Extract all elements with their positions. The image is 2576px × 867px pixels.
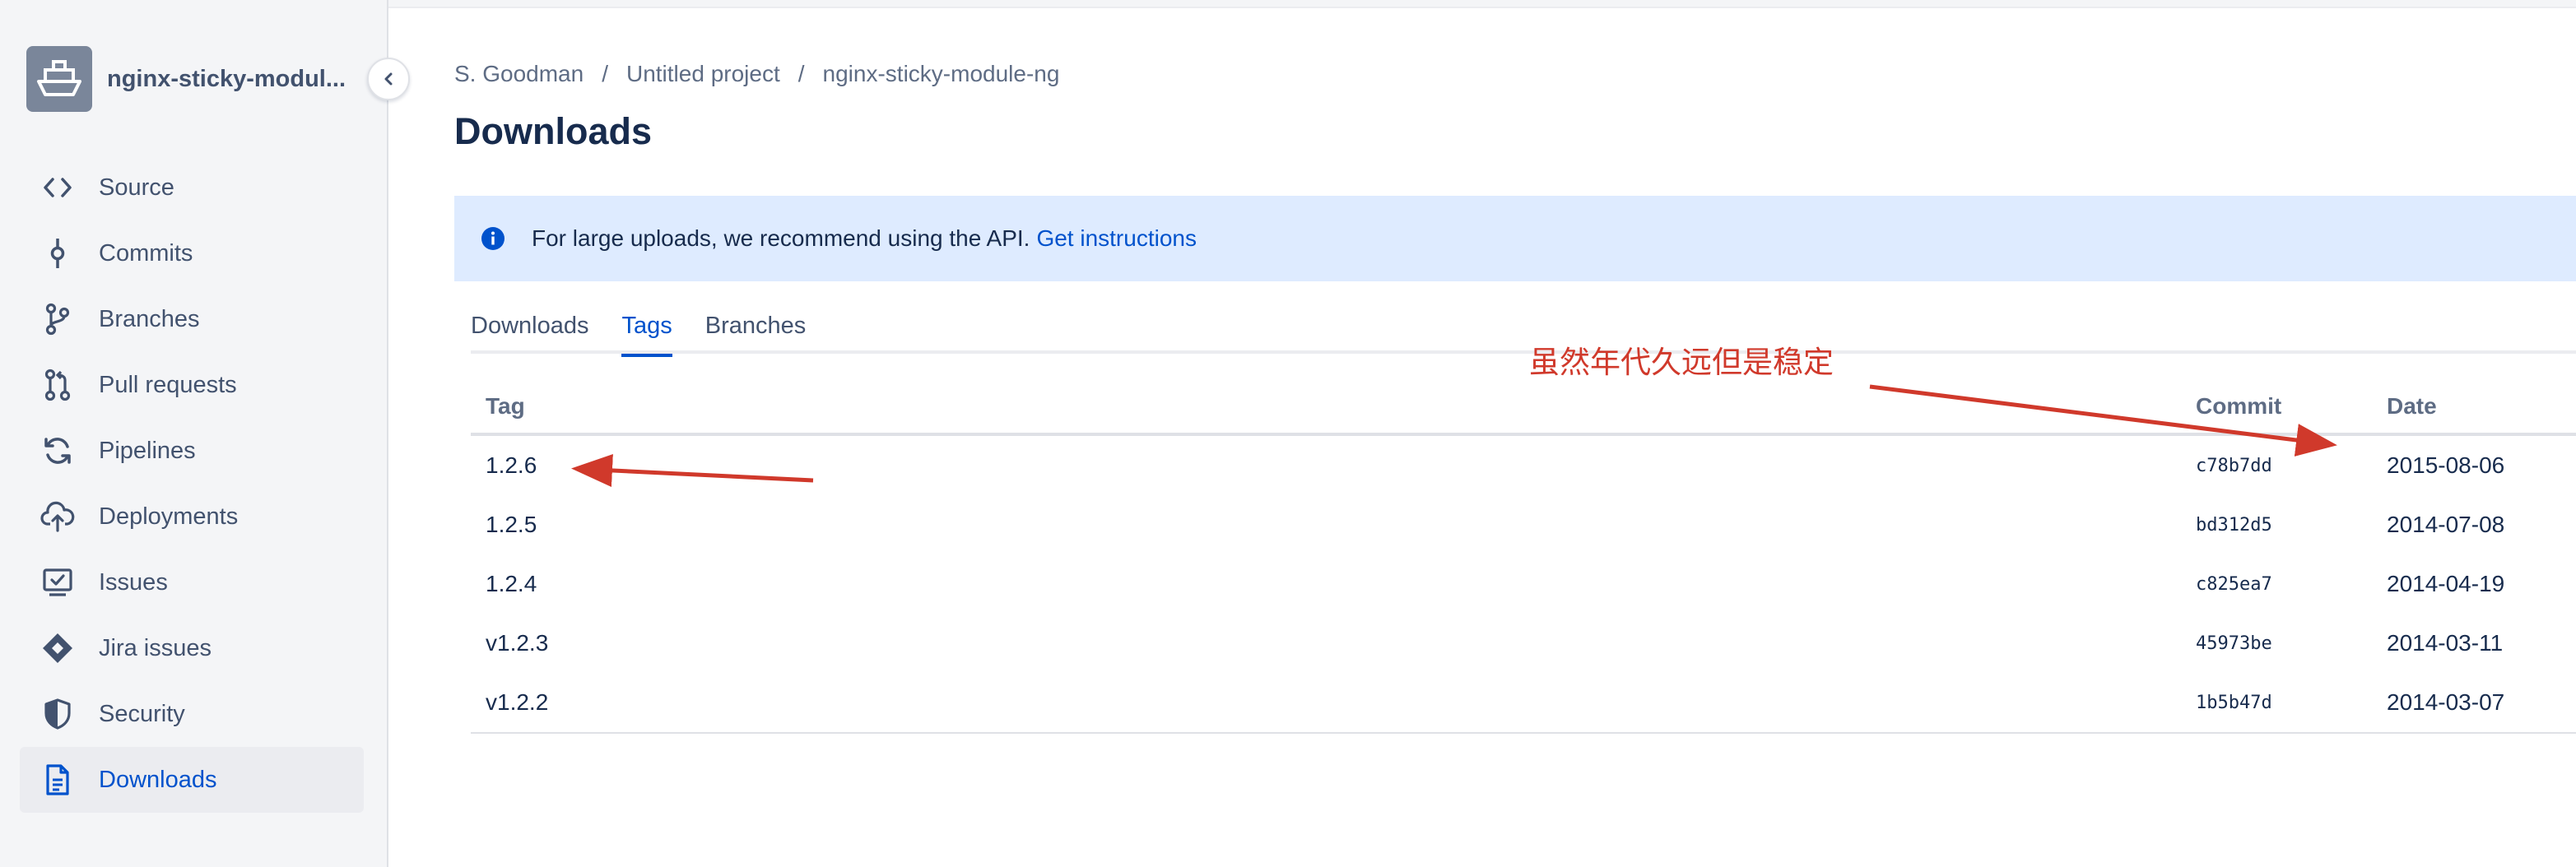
- get-instructions-link[interactable]: Get instructions: [1036, 225, 1197, 252]
- boat-icon: [35, 58, 83, 100]
- repo-name[interactable]: nginx-sticky-modul...: [107, 66, 354, 93]
- sidebar-item-label: Issues: [99, 569, 168, 596]
- jira-icon: [40, 630, 76, 666]
- date-cell: 2014-03-11: [2387, 630, 2576, 656]
- tag-cell[interactable]: v1.2.2: [471, 689, 2196, 716]
- breadcrumb-user[interactable]: S. Goodman: [454, 61, 584, 87]
- tags-table: Tag Commit Date 1.2.6 c78b7dd 2015-08-06…: [471, 380, 2576, 734]
- pipelines-icon: [40, 433, 76, 469]
- commit-cell[interactable]: 45973be: [2196, 633, 2387, 654]
- table-row: 1.2.5 bd312d5 2014-07-08: [471, 495, 2576, 554]
- date-cell: 2014-07-08: [2387, 512, 2576, 538]
- sidebar-item-label: Commits: [99, 240, 193, 267]
- breadcrumb-repo[interactable]: nginx-sticky-module-ng: [823, 61, 1060, 87]
- info-banner: For large uploads, we recommend using th…: [454, 196, 2576, 281]
- breadcrumb: S. Goodman / Untitled project / nginx-st…: [454, 61, 1059, 87]
- breadcrumb-separator: /: [602, 61, 608, 87]
- annotation-text: 虽然年代久远但是稳定: [1529, 337, 1834, 382]
- sidebar-item-jira-issues[interactable]: Jira issues: [20, 615, 364, 681]
- sidebar-item-issues[interactable]: Issues: [20, 549, 364, 615]
- table-header: Tag Commit Date: [471, 380, 2576, 436]
- sidebar-item-pipelines[interactable]: Pipelines: [20, 418, 364, 484]
- shield-icon: [40, 696, 76, 732]
- sidebar-item-commits[interactable]: Commits: [20, 220, 364, 286]
- tag-cell[interactable]: 1.2.5: [471, 512, 2196, 538]
- issues-icon: [40, 564, 76, 600]
- tag-cell[interactable]: 1.2.4: [471, 571, 2196, 597]
- sidebar-item-label: Source: [99, 174, 174, 202]
- sidebar-item-label: Downloads: [99, 767, 216, 794]
- header-tag[interactable]: Tag: [471, 393, 2196, 420]
- commit-cell[interactable]: bd312d5: [2196, 515, 2387, 536]
- header-commit[interactable]: Commit: [2196, 393, 2387, 420]
- tag-cell[interactable]: 1.2.6: [471, 452, 2196, 479]
- tab-tags[interactable]: Tags: [621, 313, 672, 354]
- table-row: 1.2.6 c78b7dd 2015-08-06: [471, 436, 2576, 495]
- sidebar-item-branches[interactable]: Branches: [20, 286, 364, 352]
- tabs: Downloads Tags Branches: [471, 313, 2576, 354]
- table-row: v1.2.3 45973be 2014-03-11: [471, 614, 2576, 673]
- main-content: S. Goodman / Untitled project / nginx-st…: [454, 0, 2576, 867]
- commit-cell[interactable]: c825ea7: [2196, 574, 2387, 595]
- breadcrumb-project[interactable]: Untitled project: [626, 61, 780, 87]
- breadcrumb-separator: /: [798, 61, 805, 87]
- page-title: Downloads: [454, 110, 652, 153]
- date-cell: 2014-03-07: [2387, 689, 2576, 716]
- commit-cell[interactable]: 1b5b47d: [2196, 693, 2387, 713]
- commit-cell[interactable]: c78b7dd: [2196, 456, 2387, 476]
- sidebar-item-source[interactable]: Source: [20, 155, 364, 220]
- chevron-left-icon: [380, 71, 397, 87]
- date-cell: 2015-08-06: [2387, 452, 2576, 479]
- sidebar-item-security[interactable]: Security: [20, 681, 364, 747]
- sidebar-item-downloads[interactable]: Downloads: [20, 747, 364, 813]
- date-cell: 2014-04-19: [2387, 571, 2576, 597]
- branch-icon: [40, 301, 76, 337]
- tab-downloads[interactable]: Downloads: [471, 313, 588, 354]
- sidebar-item-pull-requests[interactable]: Pull requests: [20, 352, 364, 418]
- sidebar-item-label: Jira issues: [99, 635, 212, 662]
- sidebar-item-label: Pipelines: [99, 438, 196, 465]
- document-icon: [40, 762, 76, 798]
- info-icon: [481, 226, 505, 251]
- sidebar-item-deployments[interactable]: Deployments: [20, 484, 364, 549]
- sidebar-item-label: Branches: [99, 306, 200, 333]
- collapse-sidebar-button[interactable]: [367, 58, 410, 100]
- commit-icon: [40, 235, 76, 271]
- table-bottom-border: [471, 732, 2576, 734]
- banner-text: For large uploads, we recommend using th…: [532, 225, 1030, 252]
- tab-branches[interactable]: Branches: [705, 313, 807, 354]
- header-date[interactable]: Date: [2387, 393, 2576, 420]
- sidebar: nginx-sticky-modul... Source Commits Bra…: [0, 0, 388, 867]
- table-row: v1.2.2 1b5b47d 2014-03-07: [471, 673, 2576, 732]
- cloud-upload-icon: [40, 498, 76, 535]
- repo-avatar: [26, 46, 92, 112]
- sidebar-item-label: Pull requests: [99, 372, 237, 399]
- code-icon: [40, 169, 76, 206]
- tag-cell[interactable]: v1.2.3: [471, 630, 2196, 656]
- repo-header[interactable]: nginx-sticky-modul...: [26, 46, 372, 112]
- pull-request-icon: [40, 367, 76, 403]
- sidebar-nav: Source Commits Branches Pull requests Pi…: [20, 155, 364, 813]
- sidebar-item-label: Security: [99, 701, 185, 728]
- table-row: 1.2.4 c825ea7 2014-04-19: [471, 554, 2576, 614]
- sidebar-item-label: Deployments: [99, 503, 238, 531]
